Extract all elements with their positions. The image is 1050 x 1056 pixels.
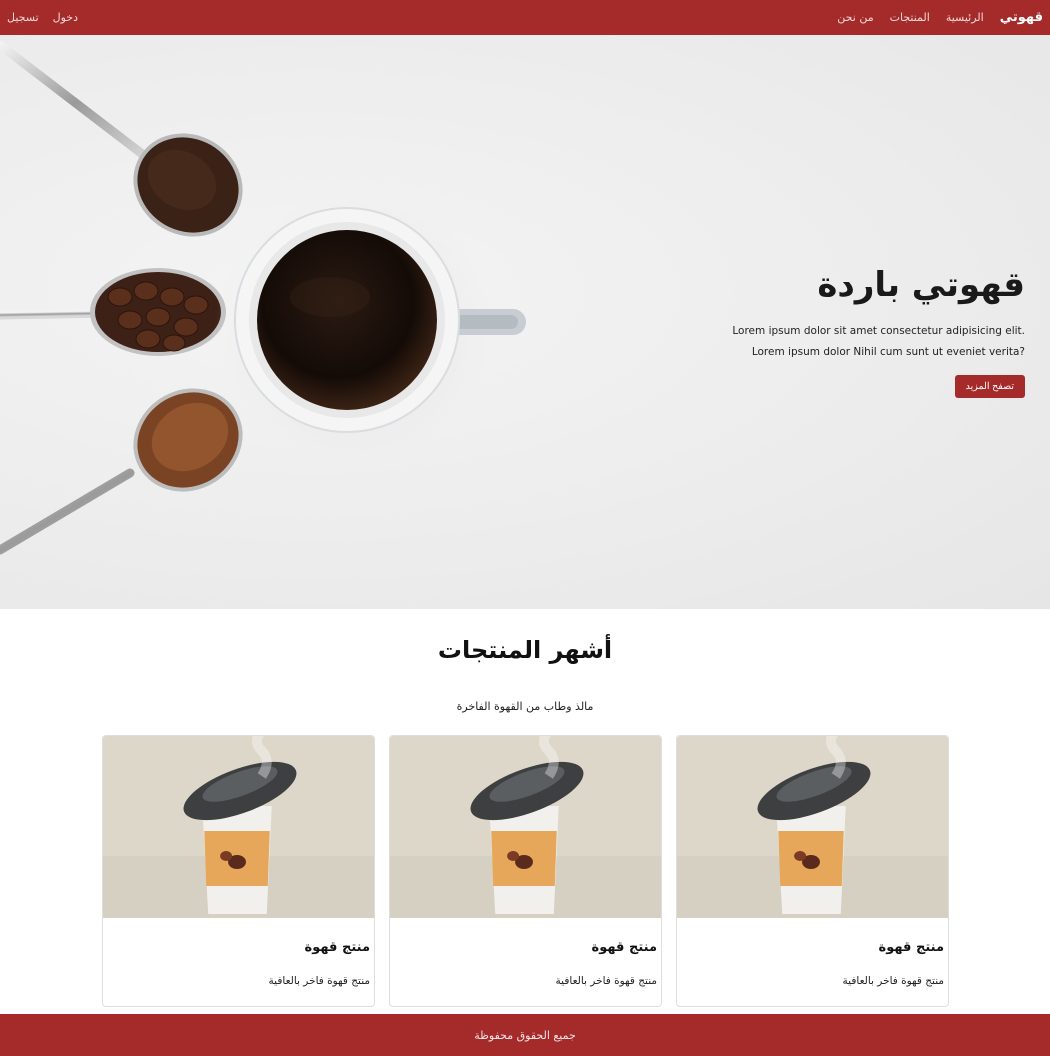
coffee-cup-image bbox=[390, 736, 661, 918]
card-title: منتج قهوة bbox=[304, 940, 370, 955]
card-title: منتج قهوة bbox=[878, 940, 944, 955]
brand-logo[interactable]: قهوتي bbox=[1000, 10, 1043, 25]
hero-description-2: Lorem ipsum dolor Nihil cum sunt ut even… bbox=[751, 346, 1025, 358]
coffee-cup-image bbox=[103, 736, 374, 918]
card-body: منتج قهوة منتج قهوة فاخر بالعافية bbox=[103, 940, 374, 987]
product-cards: منتج قهوة منتج قهوة فاخر بالعافية منتج ق… bbox=[101, 735, 949, 1007]
card-title: منتج قهوة bbox=[591, 940, 657, 955]
register-link[interactable]: تسجيل bbox=[7, 11, 39, 24]
card-body: منتج قهوة منتج قهوة فاخر بالعافية bbox=[390, 940, 661, 987]
hero-title: قهوتي باردة bbox=[817, 265, 1025, 305]
nav-primary: قهوتي الرئيسية المنتجات من نحن bbox=[837, 10, 1043, 25]
card-text: منتج قهوة فاخر بالعافية bbox=[555, 975, 657, 987]
hero-description-1: Lorem ipsum dolor sit amet consectetur a… bbox=[732, 325, 1025, 337]
products-heading: أشهر المنتجات bbox=[437, 636, 613, 664]
hero-coffee-image bbox=[0, 40, 526, 555]
footer-copyright: جميع الحقوق محفوظة bbox=[474, 1028, 576, 1042]
product-card[interactable]: منتج قهوة منتج قهوة فاخر بالعافية bbox=[389, 735, 662, 1007]
products-subtitle: مالذ وطاب من القهوة الفاخرة bbox=[456, 700, 594, 713]
product-card[interactable]: منتج قهوة منتج قهوة فاخر بالعافية bbox=[102, 735, 375, 1007]
browse-more-button[interactable]: تصفح المزيد bbox=[954, 375, 1025, 398]
coffee-cup-image bbox=[677, 736, 948, 918]
hero-section: قهوتي باردة Lorem ipsum dolor sit amet c… bbox=[0, 35, 1050, 609]
footer: جميع الحقوق محفوظة bbox=[0, 1014, 1050, 1056]
nav-auth: دخول تسجيل bbox=[7, 11, 78, 24]
nav-link-products[interactable]: المنتجات bbox=[890, 11, 930, 24]
card-body: منتج قهوة منتج قهوة فاخر بالعافية bbox=[677, 940, 948, 987]
nav-link-about[interactable]: من نحن bbox=[837, 11, 873, 24]
hero-content: قهوتي باردة Lorem ipsum dolor sit amet c… bbox=[685, 265, 1025, 398]
card-text: منتج قهوة فاخر بالعافية bbox=[268, 975, 370, 987]
login-link[interactable]: دخول bbox=[53, 11, 78, 24]
card-text: منتج قهوة فاخر بالعافية bbox=[842, 975, 944, 987]
navbar: قهوتي الرئيسية المنتجات من نحن دخول تسجي… bbox=[0, 0, 1050, 35]
nav-link-home[interactable]: الرئيسية bbox=[946, 11, 984, 24]
product-card[interactable]: منتج قهوة منتج قهوة فاخر بالعافية bbox=[676, 735, 949, 1007]
